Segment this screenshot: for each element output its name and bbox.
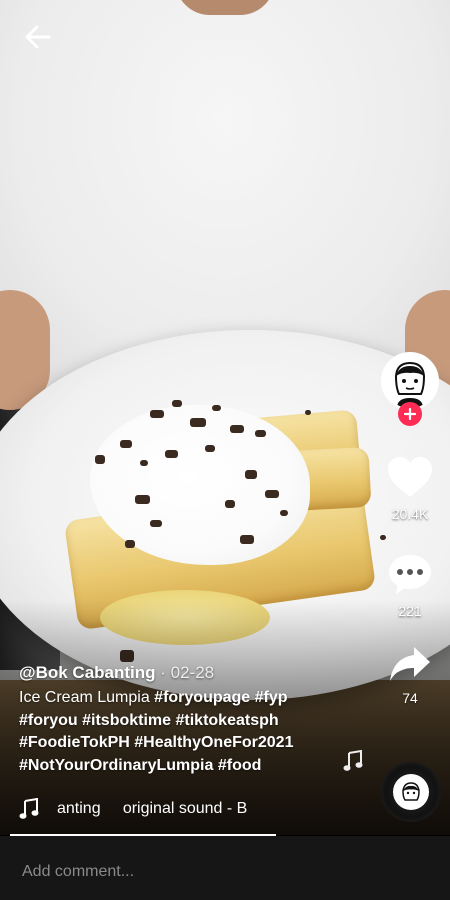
video-screen: 20.4K 221 74 @Bok Cabanting · 02-28 Ice … xyxy=(0,0,450,900)
heart-icon xyxy=(388,457,432,497)
hashtag[interactable]: #itsboktime xyxy=(82,712,171,729)
hashtag[interactable]: #tiktokeatsph xyxy=(176,712,279,729)
hashtag[interactable]: #HealthyOneFor2021 xyxy=(134,734,293,751)
plus-icon xyxy=(404,408,416,420)
comment-count: 221 xyxy=(398,603,422,619)
back-arrow-icon xyxy=(25,25,51,49)
date-separator: · xyxy=(155,663,171,682)
hashtag[interactable]: #food xyxy=(218,757,262,774)
hashtag[interactable]: #foryoupage xyxy=(154,689,250,706)
hashtag[interactable]: #FoodieTokPH xyxy=(19,734,130,751)
music-info[interactable]: anting original sound - B xyxy=(19,797,257,821)
description-text: Ice Cream Lumpia xyxy=(19,689,155,706)
comment-bubble-icon xyxy=(389,555,431,594)
share-count: 74 xyxy=(402,690,418,706)
hashtag[interactable]: #foryou xyxy=(19,712,78,729)
music-note-icon xyxy=(19,798,39,819)
avatar-face-icon xyxy=(402,782,420,801)
post-date: 02-28 xyxy=(170,663,215,682)
music-title-marquee: anting original sound - B xyxy=(57,800,248,817)
back-button[interactable] xyxy=(22,22,56,52)
sound-disc-cover xyxy=(393,774,429,810)
avatar-face-icon xyxy=(383,354,437,408)
author-name[interactable]: @Bok Cabanting xyxy=(19,663,156,682)
follow-button[interactable] xyxy=(398,402,422,426)
like-count: 20.4K xyxy=(391,506,429,522)
description: Ice Cream Lumpia #foryoupage #fyp #foryo… xyxy=(19,687,364,777)
floating-music-note-icon xyxy=(343,749,363,771)
hashtag[interactable]: #fyp xyxy=(255,689,288,706)
sound-disc-button[interactable] xyxy=(381,762,441,822)
creator-avatar-button[interactable] xyxy=(380,352,440,426)
comment-input[interactable]: Add comment... xyxy=(22,863,134,881)
share-button[interactable]: 74 xyxy=(380,645,440,706)
video-caption: @Bok Cabanting · 02-28 Ice Cream Lumpia … xyxy=(19,663,364,777)
author-line: @Bok Cabanting · 02-28 xyxy=(19,663,364,683)
hashtag[interactable]: #NotYourOrdinaryLumpia xyxy=(19,757,213,774)
share-arrow-icon xyxy=(390,647,430,681)
like-button[interactable]: 20.4K xyxy=(380,455,440,522)
comment-button[interactable]: 221 xyxy=(380,552,440,619)
comment-bar[interactable]: Add comment... xyxy=(0,836,450,900)
